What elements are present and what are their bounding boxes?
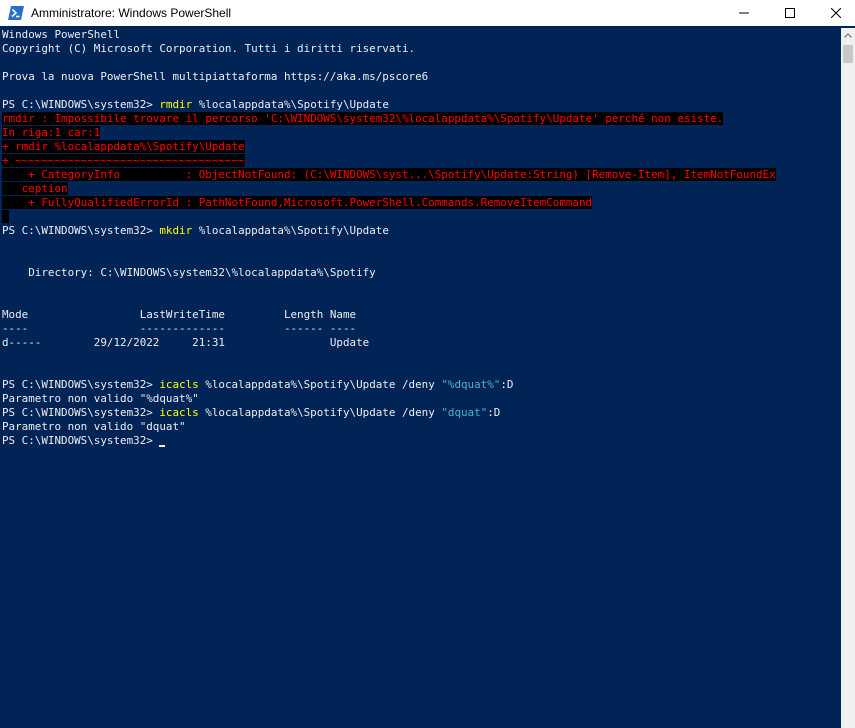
text-cursor — [159, 445, 166, 447]
command-args: %localappdata%\Spotify\Update — [192, 98, 389, 111]
error-line: + rmdir %localappdata%\Spotify\Update — [2, 140, 245, 154]
maximize-icon — [785, 8, 795, 18]
error-text: In riga:1 car:1 — [2, 126, 101, 139]
minimize-icon — [739, 12, 749, 14]
error-line: + CategoryInfo : ObjectNotFound: (C:\WIN… — [2, 168, 776, 182]
title-bar[interactable]: Amministratore: Windows PowerShell — [0, 0, 855, 26]
prompt: PS C:\WINDOWS\system32> — [2, 224, 160, 237]
command-line: PS C:\WINDOWS\system32> icacls %localapp… — [2, 378, 513, 392]
table-header: Mode LastWriteTime Length Name — [2, 308, 357, 321]
output-line: Parametro non valido "dquat" — [2, 420, 186, 433]
banner-line: Windows PowerShell — [2, 28, 121, 41]
command-string: "%dquat%" — [441, 378, 501, 391]
command-suffix: :D — [500, 378, 514, 391]
prompt: PS C:\WINDOWS\system32> — [2, 98, 160, 111]
prompt: PS C:\WINDOWS\system32> — [2, 434, 160, 447]
chevron-up-icon — [844, 33, 852, 38]
command-name: mkdir — [159, 224, 193, 237]
error-line: ception — [2, 182, 68, 196]
command-line: PS C:\WINDOWS\system32> rmdir %localappd… — [2, 98, 389, 112]
table-row: d----- 29/12/2022 21:31 Update — [2, 336, 370, 349]
table-underline: ---- ------------- ------ ---- — [2, 322, 357, 335]
window-title: Amministratore: Windows PowerShell — [31, 6, 232, 20]
command-line: PS C:\WINDOWS\system32> icacls %localapp… — [2, 406, 500, 420]
command-suffix: :D — [487, 406, 501, 419]
powershell-icon — [8, 5, 24, 21]
close-icon — [831, 8, 841, 18]
command-string: "dquat" — [441, 406, 488, 419]
pscore-line: Prova la nuova PowerShell multipiattafor… — [2, 70, 429, 83]
error-text: + CategoryInfo : ObjectNotFound: (C:\WIN… — [2, 168, 776, 181]
scroll-up-button[interactable] — [841, 28, 855, 43]
command-name: icacls — [159, 378, 199, 391]
error-text — [2, 210, 9, 223]
console-output[interactable]: Windows PowerShell Copyright (C) Microso… — [0, 28, 841, 728]
command-name: icacls — [159, 406, 199, 419]
error-text: + rmdir %localappdata%\Spotify\Update — [2, 140, 245, 153]
error-text: ception — [2, 182, 68, 195]
scroll-thumb[interactable] — [843, 45, 853, 63]
vertical-scrollbar[interactable] — [841, 28, 855, 728]
copyright-line: Copyright (C) Microsoft Corporation. Tut… — [2, 42, 416, 55]
minimize-button[interactable] — [721, 0, 767, 26]
error-line: + FullyQualifiedErrorId : PathNotFound,M… — [2, 196, 593, 210]
output-line: Parametro non valido "%dquat%" — [2, 392, 199, 405]
current-prompt-line[interactable]: PS C:\WINDOWS\system32> — [2, 434, 166, 448]
error-line: In riga:1 car:1 — [2, 126, 101, 140]
maximize-button[interactable] — [767, 0, 813, 26]
error-text: + ~~~~~~~~~~~~~~~~~~~~~~~~~~~~~~~~~~~ — [2, 154, 245, 167]
error-line — [2, 210, 9, 224]
command-name: rmdir — [159, 98, 193, 111]
error-text: + FullyQualifiedErrorId : PathNotFound,M… — [2, 196, 593, 209]
error-line: rmdir : Impossibile trovare il percorso … — [2, 112, 724, 126]
command-args: %localappdata%\Spotify\Update — [192, 224, 389, 237]
command-args: %localappdata%\Spotify\Update /deny — [198, 406, 442, 419]
error-line: + ~~~~~~~~~~~~~~~~~~~~~~~~~~~~~~~~~~~ — [2, 154, 245, 168]
error-text: rmdir : Impossibile trovare il percorso … — [2, 112, 724, 125]
prompt: PS C:\WINDOWS\system32> — [2, 406, 160, 419]
command-args: %localappdata%\Spotify\Update /deny — [198, 378, 442, 391]
close-button[interactable] — [813, 0, 855, 26]
directory-line: Directory: C:\WINDOWS\system32\%localapp… — [2, 266, 376, 279]
command-line: PS C:\WINDOWS\system32> mkdir %localappd… — [2, 224, 389, 238]
prompt: PS C:\WINDOWS\system32> — [2, 378, 160, 391]
